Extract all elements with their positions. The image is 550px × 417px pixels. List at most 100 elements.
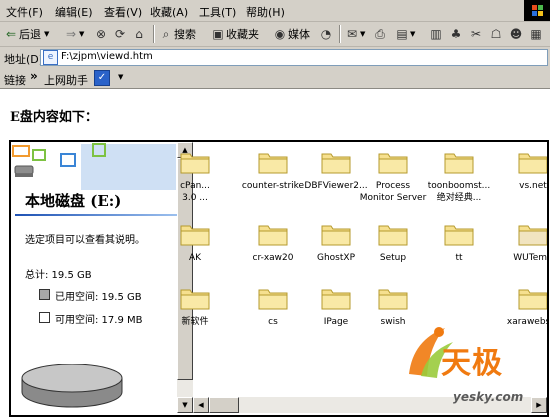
messenger-button[interactable]: ♣ [448,25,464,43]
folder-icon[interactable] [378,222,408,246]
folder-icon[interactable] [378,286,408,310]
print-button[interactable]: ⎙ [372,25,388,43]
ie-page-icon: e [43,50,58,65]
dropdown-arrow-icon[interactable]: ▼ [118,73,123,81]
back-button[interactable]: ⇐ 后退 ▼ [3,25,49,43]
folder-icon[interactable] [321,222,351,246]
folder-label[interactable]: tt [419,252,499,264]
refresh-button[interactable]: ⟳ [112,25,128,43]
explorer-screenshot: 本地磁盘 (E:) 选定项目可以查看其说明。 总计: 19.5 GB 已用空间:… [9,140,549,417]
edit-button[interactable]: ▤ ▼ [394,25,415,43]
discuss-icon: ▥ [430,27,442,41]
tool-button-2[interactable]: ☖ [488,25,504,43]
folder-icon[interactable] [180,150,210,174]
media-button[interactable]: ◉ 媒体 [272,25,310,43]
tool-button-1[interactable]: ✂ [468,25,484,43]
search-button[interactable]: ⌕ 搜索 [158,25,196,43]
history-icon: ◔ [320,27,332,41]
menu-edit[interactable]: 编辑(E) [55,4,93,20]
back-arrow-icon: ⇐ [5,27,17,41]
folder-icon[interactable] [258,286,288,310]
dropdown-arrow-icon: ▼ [360,30,366,38]
home-icon: ⌂ [135,27,143,41]
menu-file[interactable]: 文件(F) [6,4,43,20]
penguin-icon: ☻ [509,27,523,41]
dropdown-arrow-icon: ▼ [79,30,85,38]
links-chevron-icon[interactable]: » [30,69,38,83]
folder-icon[interactable] [444,150,474,174]
scroll-down-arrow-icon[interactable]: ▼ [177,397,193,413]
tool-icon: ✂ [470,27,482,41]
favorites-button[interactable]: ▣ 收藏夹 [210,25,259,43]
drive-free: 可用空间: 17.9 MB [55,315,143,326]
folder-label[interactable]: toonboomst... 绝对经典... [419,180,499,204]
stop-button[interactable]: ⊗ [93,25,109,43]
discuss-button[interactable]: ▥ [428,25,444,43]
used-space-swatch [39,289,50,300]
search-label: 搜索 [174,28,196,41]
folder-icon[interactable] [321,150,351,174]
back-label: 后退 [19,28,41,41]
menu-bar: 文件(F) 编辑(E) 查看(V) 收藏(A) 工具(T) 帮助(H) [0,0,550,22]
folder-icon[interactable] [321,286,351,310]
checkbox-app-icon[interactable]: ✓ [94,70,110,86]
folder-icon[interactable] [180,286,210,310]
yesky-watermark: 天极 yesky.com [397,320,547,413]
media-label: 媒体 [288,28,310,41]
helper-link[interactable]: 上网助手 [44,72,88,88]
address-bar: 地址(D) e F:\zjpm\viewd.htm [0,47,550,69]
dropdown-arrow-icon: ▼ [44,30,50,38]
folder-icon[interactable] [444,222,474,246]
hscroll-thumb[interactable] [209,397,239,413]
folder-icon[interactable] [378,150,408,174]
menu-tools[interactable]: 工具(T) [199,4,236,20]
stop-icon: ⊗ [95,27,107,41]
scroll-left-arrow-icon[interactable]: ◀ [193,397,209,413]
disk-usage-pie-chart [21,364,123,408]
tool-icon: ▦ [530,27,542,41]
address-label: 地址(D) [4,53,44,66]
folder-icon[interactable] [180,222,210,246]
home-button[interactable]: ⌂ [131,25,147,43]
folder-icon[interactable] [258,222,288,246]
messenger-icon: ♣ [450,27,462,41]
search-icon: ⌕ [162,27,170,41]
folder-icon[interactable] [518,150,548,174]
folder-label[interactable]: WUTemp [493,252,547,264]
tool-button-3[interactable]: ▦ [528,25,544,43]
drive-hint: 选定项目可以查看其说明。 [25,235,145,246]
favorites-label: 收藏夹 [226,28,259,41]
free-space-swatch [39,312,50,323]
windows-flag-icon [532,5,543,16]
tool-icon: ☖ [490,27,502,41]
qq-button[interactable]: ☻ [508,25,524,43]
drive-title: 本地磁盘 (E:) [25,192,122,210]
folder-icon[interactable] [518,222,548,246]
watermark-site: yesky.com [453,390,524,404]
history-button[interactable]: ◔ [318,25,334,43]
folder-label[interactable]: 新软件 [155,316,235,328]
folder-icon[interactable] [518,286,548,310]
mail-button[interactable]: ✉ ▼ [344,25,365,43]
windows-logo [524,0,550,21]
links-bar: 链接 » 上网助手 ✓ ▼ [0,68,550,89]
toolbar-separator [153,25,154,43]
media-icon: ◉ [274,27,286,41]
drive-total: 总计: 19.5 GB [25,270,92,281]
address-input[interactable]: e F:\zjpm\viewd.htm [40,49,548,66]
menu-favorites[interactable]: 收藏(A) [150,4,188,20]
forward-arrow-icon: ⇒ [65,27,77,41]
print-icon: ⎙ [375,27,385,41]
folder-label[interactable]: AK [155,252,235,264]
drive-banner-graphic [11,142,177,194]
folder-label[interactable]: cPan... 3.0 ... [155,180,235,204]
folder-label[interactable]: vs.net [493,180,547,192]
page-heading: E盘内容如下： [10,110,98,125]
drive-info-pane: 本地磁盘 (E:) 选定项目可以查看其说明。 总计: 19.5 GB 已用空间:… [11,142,177,413]
menu-help[interactable]: 帮助(H) [246,4,285,20]
watermark-brand: 天极 [441,346,503,381]
forward-button[interactable]: ⇒ ▼ [63,25,84,43]
menu-view[interactable]: 查看(V) [104,4,142,20]
folder-icon[interactable] [258,150,288,174]
refresh-icon: ⟳ [114,27,126,41]
